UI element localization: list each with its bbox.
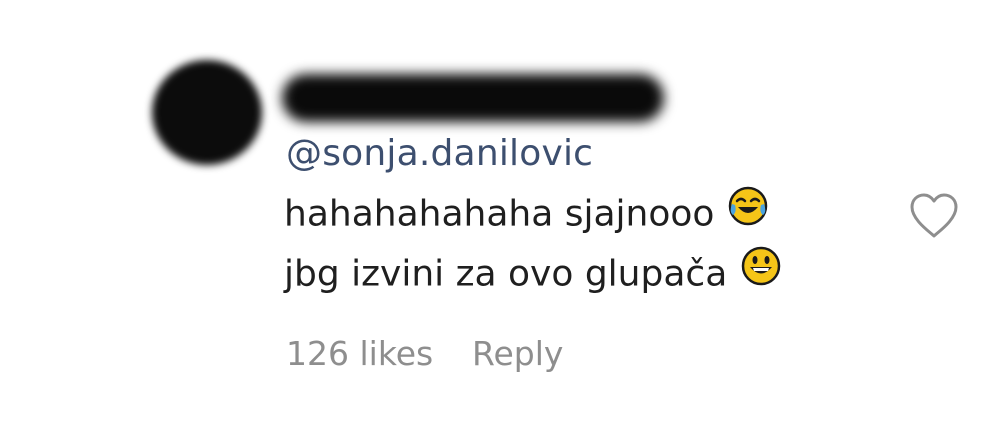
- likes-count[interactable]: 126 likes: [286, 332, 433, 376]
- comment-text-line-1: hahahahahaha sjajnooo: [284, 186, 768, 241]
- comment-text: jbg izvini za ovo glupača: [284, 253, 728, 295]
- comment-text-line-2: jbg izvini za ovo glupača: [284, 246, 781, 301]
- grinning-face-icon: [741, 246, 781, 297]
- face-with-tears-of-joy-icon: [728, 186, 768, 237]
- comment: @sonja.danilovic hahahahahaha sjajnooo j…: [0, 0, 1000, 436]
- username-redacted: [282, 74, 664, 122]
- reply-button[interactable]: Reply: [472, 332, 563, 376]
- avatar[interactable]: [152, 60, 262, 165]
- mention-link[interactable]: @sonja.danilovic: [286, 132, 593, 176]
- heart-icon[interactable]: [906, 190, 962, 240]
- comment-text: hahahahahaha sjajnooo: [284, 193, 715, 235]
